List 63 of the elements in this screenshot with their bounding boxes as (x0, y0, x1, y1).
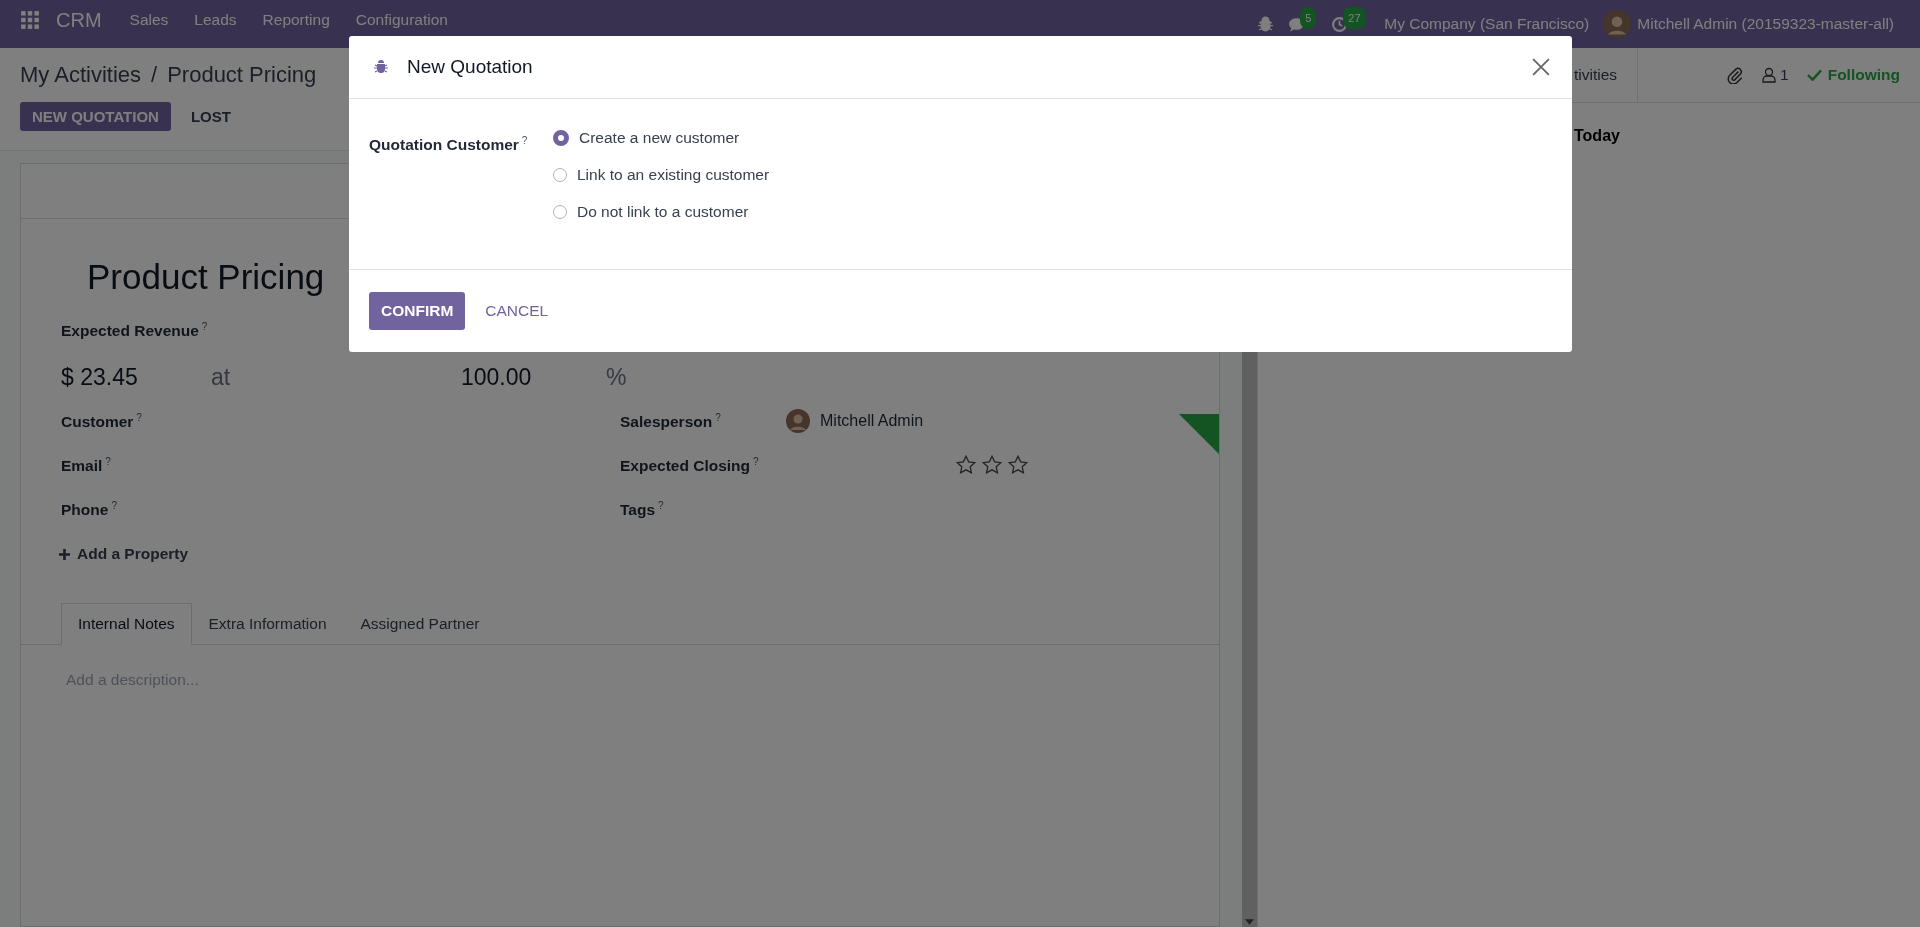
user-avatar-icon (786, 409, 810, 434)
add-property-label[interactable]: Add a Property (77, 545, 189, 564)
date-heading: Today (1573, 126, 1621, 145)
following-button[interactable]: Following (1806, 66, 1900, 84)
scroll-down-icon[interactable] (1245, 919, 1254, 925)
primary-button[interactable]: NEW QUOTATION (20, 102, 171, 131)
followers-count: 1 (1780, 66, 1789, 84)
at-label: at (211, 364, 232, 392)
followers-button[interactable]: 1 (1762, 66, 1789, 84)
menu-item[interactable]: Leads (194, 10, 237, 30)
star-icon[interactable] (981, 454, 1003, 477)
breadcrumb-link[interactable]: My Activities (20, 62, 142, 88)
field-label: Phone $^{?}$ (61, 499, 117, 519)
record-title: Product Pricing (87, 257, 326, 297)
field-label: Tags $^{?}$ (620, 499, 665, 519)
user-avatar-icon[interactable] (1603, 10, 1632, 38)
following-label: Following (1827, 66, 1900, 84)
bug-icon (373, 59, 389, 75)
field-label: Customer $^{?}$ (61, 411, 142, 431)
star-icon[interactable] (1007, 454, 1029, 477)
person-icon (1762, 67, 1777, 83)
bug-icon[interactable] (1257, 15, 1275, 33)
plus-icon (59, 548, 70, 560)
activities-button[interactable]: tivities (1574, 48, 1639, 102)
message-count-badge: 5 (1300, 6, 1317, 29)
clock-icon[interactable] (1331, 15, 1349, 33)
breadcrumb-current: Product Pricing (167, 62, 317, 88)
close-icon[interactable] (1532, 58, 1550, 76)
percent-sign: % (606, 364, 627, 392)
salesperson-value[interactable]: Mitchell Admin (820, 412, 924, 431)
menu-item[interactable]: Reporting (262, 10, 330, 30)
radio-button[interactable] (553, 130, 569, 146)
app-name[interactable]: CRM (56, 10, 102, 30)
secondary-button[interactable]: LOST (178, 102, 243, 131)
cancel-button[interactable]: CANCEL (473, 292, 561, 330)
corner-ribbon (1179, 414, 1219, 454)
notebook-tab[interactable]: Extra Information (191, 603, 344, 646)
check-icon (1806, 69, 1822, 81)
menu-item[interactable]: Configuration (355, 10, 448, 30)
confirm-button[interactable]: CONFIRM (369, 292, 466, 330)
priority-stars[interactable] (955, 454, 1029, 477)
field-label: Expected Revenue $^{?}$ (61, 321, 209, 341)
user-menu[interactable]: Mitchell Admin (20159323-master-all) (1637, 14, 1894, 34)
activity-count-badge: 27 (1343, 6, 1366, 29)
radio-label[interactable]: Do not link to a customer (577, 203, 749, 221)
field-label: Expected Closing $^{?}$ (620, 455, 760, 475)
company-switcher[interactable]: My Company (San Francisco) (1384, 14, 1590, 34)
add-property-link[interactable]: Add a Property (59, 545, 1179, 564)
field-label: Quotation Customer $^{?}$ (369, 134, 529, 156)
breadcrumb-separator: / (151, 62, 158, 88)
radio-label[interactable]: Create a new customer (579, 129, 740, 147)
probability-value[interactable]: 100.00 (461, 364, 606, 392)
apps-menu-icon[interactable] (20, 10, 40, 30)
paperclip-icon[interactable] (1726, 66, 1745, 84)
dialog-title: New Quotation (407, 56, 533, 78)
field-label: Salesperson $^{?}$ (620, 411, 722, 431)
star-icon[interactable] (955, 454, 977, 477)
revenue-value[interactable]: $ 23.45 (61, 364, 211, 392)
field-label: Email $^{?}$ (61, 455, 111, 475)
radio-label[interactable]: Link to an existing customer (577, 166, 770, 184)
notebook-tab[interactable]: Assigned Partner (343, 603, 497, 646)
menu-item[interactable]: Sales (129, 10, 169, 30)
notebook-tab[interactable]: Internal Notes (61, 603, 192, 646)
